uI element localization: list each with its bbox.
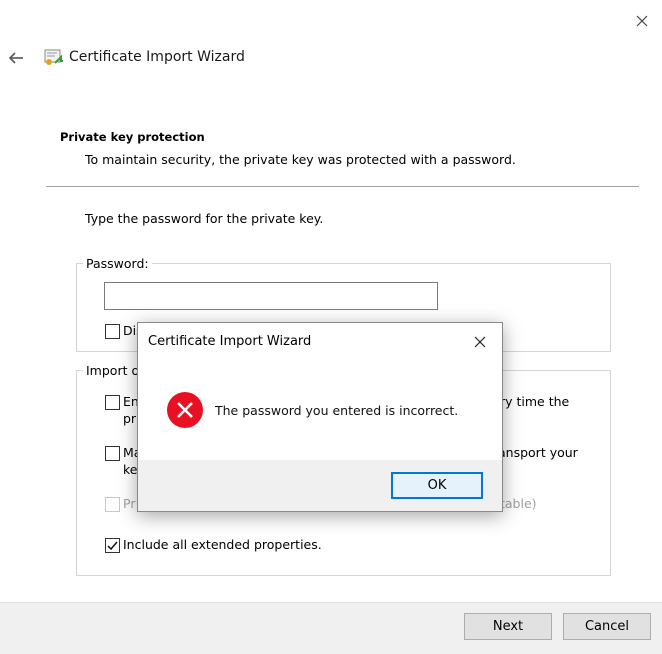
include-extended-properties-checkbox[interactable] [105,538,120,553]
dialog-footer: OK [138,460,502,511]
cancel-button[interactable]: Cancel [563,613,651,640]
option-label: ansport your [498,445,578,460]
close-icon[interactable] [472,334,488,350]
enable-strong-protection-checkbox[interactable] [105,395,120,410]
import-options-legend: Import o [83,363,143,378]
option-label: Pr [123,496,136,511]
next-button[interactable]: Next [464,613,552,640]
password-legend: Password: [83,256,152,271]
mark-key-exportable-checkbox[interactable] [105,446,120,461]
separator [46,186,639,187]
close-icon[interactable] [631,10,653,32]
include-extended-properties-label: Include all extended properties. [123,537,322,552]
wizard-title: Certificate Import Wizard [69,49,245,65]
option-label: table) [500,496,537,511]
option-label: ke [123,462,138,477]
display-password-checkbox[interactable] [105,324,120,339]
section-heading: Private key protection [60,130,205,144]
password-input[interactable] [104,282,438,310]
ok-button[interactable]: OK [391,472,483,499]
option-label: ry time the [500,394,570,409]
back-arrow-icon[interactable] [6,48,26,68]
dialog-title: Certificate Import Wizard [148,334,312,349]
protect-private-key-checkbox [105,497,120,512]
password-prompt: Type the password for the private key. [85,211,324,226]
section-description: To maintain security, the private key wa… [85,152,516,167]
title-bar [0,0,662,40]
error-dialog: Certificate Import Wizard The password y… [137,322,503,512]
error-icon [167,392,203,428]
checkmark-icon [107,541,118,551]
certificate-icon [44,49,63,65]
dialog-message: The password you entered is incorrect. [215,403,459,418]
